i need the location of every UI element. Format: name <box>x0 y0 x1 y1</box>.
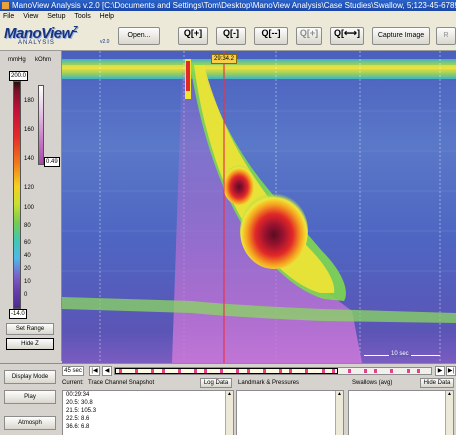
prev-button[interactable]: ◀ <box>102 366 112 376</box>
timeline-marker[interactable] <box>390 369 393 373</box>
hide-z-button[interactable]: Hide Z <box>6 338 54 350</box>
timeline-track[interactable] <box>114 367 432 375</box>
menu-help[interactable]: Help <box>100 13 114 20</box>
swallows-list[interactable]: ▲ <box>348 390 454 435</box>
list-item: 20.5: 30.8 <box>66 400 93 406</box>
timeline-marker[interactable] <box>204 369 207 373</box>
window-title: ManoView Analysis v.2.0 [C:\Documents an… <box>12 1 456 10</box>
timeline-marker[interactable] <box>162 369 165 373</box>
scale-bar-label: 10 sec <box>389 351 411 357</box>
timeline-marker[interactable] <box>263 369 266 373</box>
snapshot-scrollbar[interactable]: ▲ <box>225 391 233 435</box>
scale-tick: 160 <box>24 127 35 133</box>
topography-image <box>62 51 456 363</box>
last-button[interactable]: ▶| <box>446 366 456 376</box>
timeline-marker[interactable] <box>220 369 223 373</box>
landmark-list[interactable]: ▲ <box>236 390 344 435</box>
timeline-marker[interactable] <box>348 369 351 373</box>
timeline-marker[interactable] <box>178 369 181 373</box>
app-window: ManoView Analysis v.2.0 [C:\Documents an… <box>0 0 456 435</box>
zoom-span-button[interactable]: Q[⟷] <box>330 27 364 45</box>
toolbar: ManoViewZ ANALYSIS v2.0 Open... Q[+] Q[-… <box>0 23 456 51</box>
bottom-panel: Display Mode Play Atmosph 45 sec |◀ ◀ ▶ … <box>0 363 456 435</box>
impedance-color-bar <box>38 85 44 165</box>
list-item: 36.6: 6.8 <box>66 424 90 430</box>
timeline-marker[interactable] <box>236 369 239 373</box>
pressure-topography-plot[interactable]: 29:34.2 10 sec <box>62 51 456 363</box>
report-button[interactable]: R <box>436 27 456 45</box>
app-icon <box>1 1 10 10</box>
scale-tick: 0 <box>24 292 28 298</box>
impedance-value-field[interactable]: 0.49 <box>44 157 60 167</box>
timeline-marker[interactable] <box>407 369 410 373</box>
zoom-fit-button[interactable]: Q[--] <box>254 27 288 45</box>
scale-max-field[interactable]: 200.0 <box>9 71 29 81</box>
scale-min-field[interactable]: -14.0 <box>9 309 27 319</box>
snapshot-list[interactable]: 00:29:34 20.5: 30.8 21.5: 105.3 22.5: 8.… <box>62 390 234 435</box>
timeline-marker[interactable] <box>289 369 292 373</box>
landmark-scrollbar[interactable]: ▲ <box>335 391 343 435</box>
timeline-marker[interactable] <box>247 369 250 373</box>
timeline-marker[interactable] <box>374 369 377 373</box>
impedance-unit-label: kOhm <box>35 57 52 63</box>
time-scale-bar: 10 sec <box>364 351 440 363</box>
menu-tools[interactable]: Tools <box>74 13 90 20</box>
time-cursor-badge[interactable]: 29:34.2 <box>211 54 237 64</box>
current-label: Current: <box>62 380 84 386</box>
scale-tick: 140 <box>24 156 35 162</box>
capture-image-button[interactable]: Capture Image <box>372 27 430 45</box>
timeline-marker[interactable] <box>332 369 335 373</box>
app-logo: ManoViewZ ANALYSIS v2.0 <box>4 25 114 47</box>
set-range-button[interactable]: Set Range <box>6 323 54 335</box>
timeline-marker[interactable] <box>417 369 420 373</box>
swallows-scrollbar[interactable]: ▲ <box>445 391 453 435</box>
scale-tick: 40 <box>24 253 31 259</box>
list-item: 22.5: 8.6 <box>66 416 90 422</box>
next-button[interactable]: ▶ <box>435 366 445 376</box>
scale-tick: 10 <box>24 279 31 285</box>
title-bar: ManoView Analysis v.2.0 [C:\Documents an… <box>0 0 456 11</box>
timeline-marker[interactable] <box>194 369 197 373</box>
list-item: 21.5: 105.3 <box>66 408 97 414</box>
menu-setup[interactable]: Setup <box>47 13 65 20</box>
list-item: 00:29:34 <box>66 392 90 398</box>
timeline-navigator: 45 sec |◀ ◀ ▶ ▶| <box>62 366 456 376</box>
logo-subtitle: ANALYSIS <box>18 40 55 46</box>
timeline-marker[interactable] <box>364 369 367 373</box>
scale-tick: 180 <box>24 98 35 104</box>
zoom-in-button[interactable]: Q[+] <box>178 27 208 45</box>
menu-file[interactable]: File <box>3 13 14 20</box>
scale-tick: 60 <box>24 240 31 246</box>
zoom-region-button[interactable]: Q[+] <box>296 27 322 45</box>
hide-data-button[interactable]: Hide Data <box>420 378 454 388</box>
landmark-label: Landmark & Pressures <box>238 380 300 386</box>
timeline-marker[interactable] <box>151 369 154 373</box>
scale-tick: 20 <box>24 266 31 272</box>
atmosph-button[interactable]: Atmosph <box>4 416 56 430</box>
duration-select[interactable]: 45 sec <box>62 366 84 376</box>
pressure-unit-label: mmHg <box>8 57 26 63</box>
timeline-marker[interactable] <box>279 369 282 373</box>
timeline-marker[interactable] <box>119 369 122 373</box>
play-button[interactable]: Play <box>4 390 56 404</box>
scale-tick: 120 <box>24 185 35 191</box>
menu-bar: File View Setup Tools Help <box>0 11 456 23</box>
pressure-color-bar <box>13 81 21 309</box>
scale-tick: 100 <box>24 205 35 211</box>
logo-version: v2.0 <box>100 39 110 45</box>
first-button[interactable]: |◀ <box>89 366 100 376</box>
scale-panel: mmHg kOhm 200.0 180 160 140 120 100 80 6… <box>0 51 62 361</box>
scale-tick: 80 <box>24 223 31 229</box>
timeline-marker[interactable] <box>322 369 325 373</box>
snapshot-label: Trace Channel Snapshot <box>88 380 155 386</box>
timeline-marker[interactable] <box>305 369 308 373</box>
zoom-out-button[interactable]: Q[-] <box>216 27 246 45</box>
log-data-button[interactable]: Log Data <box>200 378 232 388</box>
menu-view[interactable]: View <box>23 13 38 20</box>
timeline-marker[interactable] <box>135 369 138 373</box>
swallows-label: Swallows (avg) <box>352 380 393 386</box>
open-button[interactable]: Open... <box>118 27 160 45</box>
display-mode-button[interactable]: Display Mode <box>4 370 56 384</box>
